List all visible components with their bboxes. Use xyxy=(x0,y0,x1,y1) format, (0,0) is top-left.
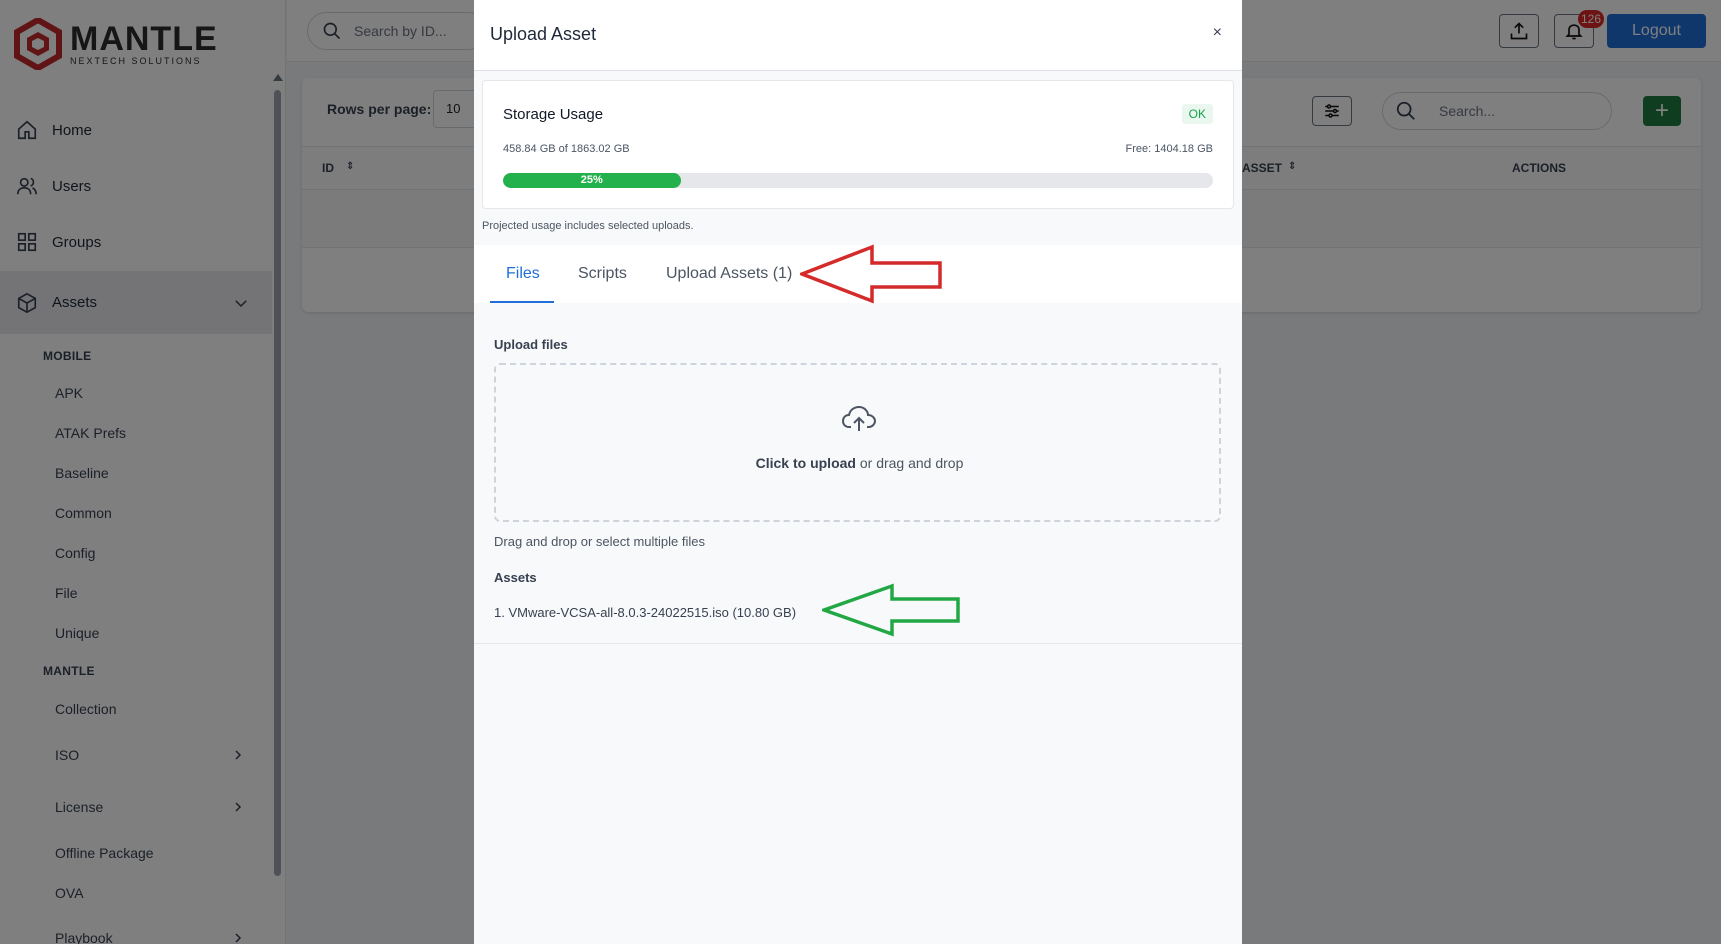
tab-scripts[interactable]: Scripts xyxy=(578,265,627,283)
storage-used-text: 458.84 GB of 1863.02 GB xyxy=(503,143,630,155)
upload-files-label: Upload files xyxy=(494,337,568,352)
dropzone-text: or drag and drop xyxy=(855,455,964,471)
modal-header: Upload Asset × xyxy=(474,0,1242,71)
storage-free-text: Free: 1404.18 GB xyxy=(1125,143,1213,155)
upload-asset-modal: Upload Asset × Storage Usage OK 458.84 G… xyxy=(474,0,1242,944)
divider xyxy=(474,643,1242,644)
tab-upload-assets[interactable]: Upload Assets (1) xyxy=(666,265,792,283)
tab-files[interactable]: Files xyxy=(506,265,540,283)
projected-usage-note: Projected usage includes selected upload… xyxy=(482,220,694,232)
storage-progress-fill: 25% xyxy=(503,173,681,188)
click-to-upload-link[interactable]: Click to upload xyxy=(756,455,856,471)
red-annotation-arrow xyxy=(800,244,942,304)
close-icon[interactable]: × xyxy=(1213,24,1222,42)
dropzone-help-text: Drag and drop or select multiple files xyxy=(494,534,705,549)
green-annotation-arrow xyxy=(822,583,960,637)
file-dropzone[interactable]: Click to upload or drag and drop xyxy=(494,363,1221,522)
modal-title: Upload Asset xyxy=(490,24,597,44)
list-item: 1. VMware-VCSA-all-8.0.3-24022515.iso (1… xyxy=(494,605,797,620)
cloud-upload-icon xyxy=(841,405,877,431)
storage-usage-card: Storage Usage OK 458.84 GB of 1863.02 GB… xyxy=(482,80,1234,209)
status-badge: OK xyxy=(1181,104,1213,124)
assets-label: Assets xyxy=(494,570,537,585)
active-tab-indicator xyxy=(490,301,554,303)
storage-progress-bar: 25% xyxy=(503,173,1213,188)
storage-title: Storage Usage xyxy=(503,106,604,123)
